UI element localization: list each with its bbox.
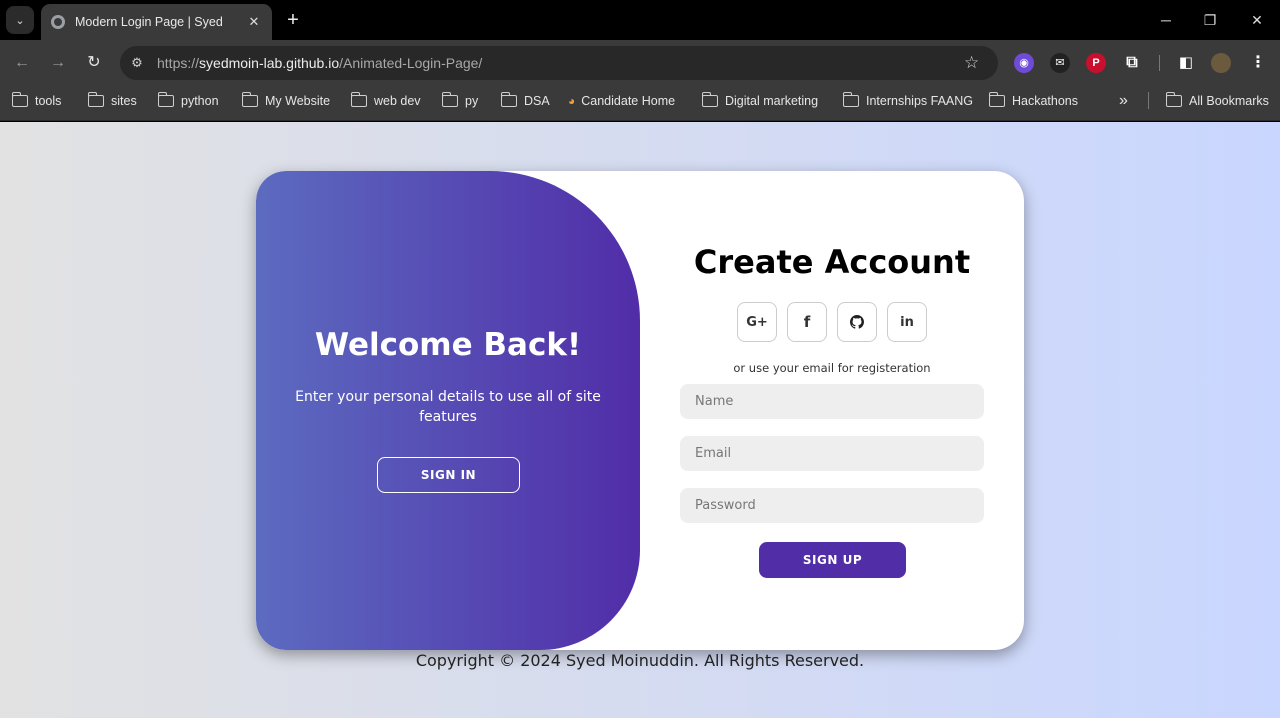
reload-icon[interactable]: ↻ xyxy=(83,52,105,74)
email-field[interactable] xyxy=(680,436,984,471)
bookmark-folder[interactable]: DSA xyxy=(500,92,550,110)
alt-signup-text: or use your email for registeration xyxy=(733,361,931,375)
folder-icon xyxy=(241,92,258,107)
side-panel-icon[interactable]: ◧ xyxy=(1176,53,1196,73)
folder-icon xyxy=(87,92,104,107)
linkedin-button[interactable]: in xyxy=(887,302,927,342)
close-window-icon[interactable]: ✕ xyxy=(1247,10,1267,30)
login-card: Welcome Back! Enter your personal detail… xyxy=(256,171,1024,650)
folder-icon xyxy=(157,92,174,107)
linkedin-icon: in xyxy=(900,314,914,330)
avatar[interactable] xyxy=(1211,53,1231,73)
globe-icon xyxy=(51,15,65,29)
welcome-title: Welcome Back! xyxy=(314,327,582,363)
github-button[interactable] xyxy=(837,302,877,342)
google-plus-icon: G+ xyxy=(746,314,768,330)
chevron-down-icon: ⌄ xyxy=(15,14,25,27)
new-tab-button[interactable]: + xyxy=(282,9,304,31)
bookmark-link[interactable]: ◕ Candidate Home xyxy=(568,92,675,110)
tab-title: Modern Login Page | Syed xyxy=(75,15,223,29)
bookmark-folder[interactable]: python xyxy=(157,92,219,110)
bookmark-folder[interactable]: web dev xyxy=(350,92,421,110)
puzzle-icon[interactable]: ⧉ xyxy=(1122,53,1142,73)
page-background: Welcome Back! Enter your personal detail… xyxy=(0,122,1280,718)
restore-icon[interactable]: ❐ xyxy=(1200,10,1220,30)
back-icon[interactable]: ← xyxy=(11,52,33,74)
pinterest-icon[interactable]: P xyxy=(1086,53,1106,73)
welcome-panel: Welcome Back! Enter your personal detail… xyxy=(256,171,640,650)
tab-search-button[interactable]: ⌄ xyxy=(6,6,34,34)
browser-titlebar: ⌄ Modern Login Page | Syed ✕ + ─ ❐ ✕ xyxy=(0,0,1280,40)
close-icon[interactable]: ✕ xyxy=(246,14,262,30)
folder-icon xyxy=(11,92,28,107)
folder-icon xyxy=(988,92,1005,107)
bookmark-folder[interactable]: Internships FAANG xyxy=(842,92,973,110)
bookmark-folder[interactable]: My Website xyxy=(241,92,330,110)
bookmarks-divider xyxy=(1148,92,1149,109)
folder-icon xyxy=(1165,92,1182,107)
folder-icon xyxy=(842,92,859,107)
candidate-home-icon: ◕ xyxy=(568,94,576,108)
sign-up-button[interactable]: SIGN UP xyxy=(759,542,906,578)
social-icons: G+ f in xyxy=(737,302,929,342)
browser-tab-active[interactable]: Modern Login Page | Syed ✕ xyxy=(41,4,272,40)
copyright-text: Copyright © 2024 Syed Moinuddin. All Rig… xyxy=(415,651,865,670)
extension-icon[interactable]: ✉ xyxy=(1050,53,1070,73)
folder-icon xyxy=(701,92,718,107)
facebook-icon: f xyxy=(803,313,811,331)
google-plus-button[interactable]: G+ xyxy=(737,302,777,342)
bookmark-folder[interactable]: tools xyxy=(11,92,61,110)
sign-in-button[interactable]: SIGN IN xyxy=(377,457,520,493)
form-title: Create Account xyxy=(693,243,971,281)
password-field[interactable] xyxy=(680,488,984,523)
bookmark-folder[interactable]: Digital marketing xyxy=(701,92,818,110)
url-text: https://syedmoin-lab.github.io/Animated-… xyxy=(157,55,483,71)
folder-icon xyxy=(500,92,517,107)
bookmark-folder[interactable]: Hackathons xyxy=(988,92,1078,110)
toolbar-divider xyxy=(1159,55,1160,71)
more-menu-icon[interactable]: ⋮ xyxy=(1248,53,1268,73)
extension-icon[interactable]: ◉ xyxy=(1014,53,1034,73)
bookmark-folder[interactable]: py xyxy=(441,92,478,110)
welcome-message: Enter your personal details to use all o… xyxy=(295,389,601,425)
folder-icon xyxy=(441,92,458,107)
bookmark-star-icon[interactable]: ☆ xyxy=(964,53,979,73)
name-field[interactable] xyxy=(680,384,984,419)
folder-icon xyxy=(350,92,367,107)
forward-icon[interactable]: → xyxy=(47,52,69,74)
site-settings-icon[interactable]: ⚙ xyxy=(128,55,146,71)
sign-up-form: Create Account G+ f in or use your email… xyxy=(640,171,1024,650)
more-bookmarks-icon[interactable]: » xyxy=(1119,92,1128,110)
address-bar[interactable]: https://syedmoin-lab.github.io/Animated-… xyxy=(120,46,998,80)
minimize-icon[interactable]: ─ xyxy=(1156,10,1176,30)
github-icon xyxy=(850,315,864,329)
bookmark-folder[interactable]: sites xyxy=(87,92,137,110)
facebook-button[interactable]: f xyxy=(787,302,827,342)
all-bookmarks-folder[interactable]: All Bookmarks xyxy=(1165,92,1269,110)
